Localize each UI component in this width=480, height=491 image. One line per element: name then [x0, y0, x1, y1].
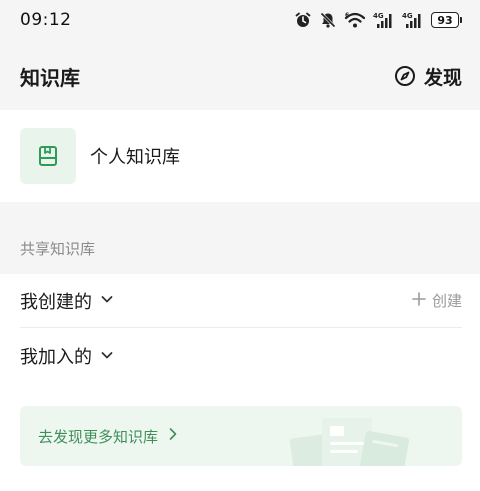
joined-row: 我加入的 — [20, 329, 462, 383]
created-by-me-toggle[interactable]: 我创建的 — [20, 288, 114, 314]
page-title: 知识库 — [20, 65, 80, 90]
signal-4g-icon: 4G — [373, 11, 395, 29]
battery-icon: 93 — [431, 12, 462, 28]
created-by-me-label: 我创建的 — [20, 291, 92, 313]
shared-section-title: 共享知识库 — [20, 240, 96, 258]
created-by-me-row: 我创建的 创建 — [20, 274, 462, 328]
battery-level: 93 — [431, 12, 459, 28]
chevron-down-icon — [100, 290, 114, 311]
status-bar: 09:12 6 4G 4G 93 — [0, 0, 480, 40]
compass-icon — [394, 65, 416, 87]
discover-button[interactable]: 发现 — [394, 63, 462, 90]
shared-knowledge-list: 我创建的 创建 我加入的 去发现更多知识库 — [0, 274, 480, 491]
plus-icon — [412, 291, 426, 310]
chevron-right-icon — [168, 427, 178, 445]
status-time: 09:12 — [20, 10, 72, 30]
documents-illustration — [282, 410, 432, 466]
signal-4g-icon: 4G — [402, 11, 424, 29]
alarm-icon — [294, 11, 312, 29]
joined-toggle[interactable]: 我加入的 — [20, 343, 114, 369]
svg-text:4G: 4G — [373, 12, 384, 20]
chevron-down-icon — [100, 346, 114, 367]
mute-icon — [319, 11, 337, 29]
svg-text:4G: 4G — [402, 12, 413, 20]
create-button[interactable]: 创建 — [412, 290, 462, 311]
joined-label: 我加入的 — [20, 347, 92, 368]
svg-text:6: 6 — [345, 12, 349, 19]
status-icons: 6 4G 4G 93 — [294, 11, 462, 29]
header: 知识库 发现 — [0, 48, 480, 104]
discover-more-banner[interactable]: 去发现更多知识库 — [20, 406, 462, 466]
personal-knowledge-base[interactable]: 个人知识库 — [0, 110, 480, 202]
personal-knowledge-base-label: 个人知识库 — [90, 147, 180, 168]
discover-more-link[interactable]: 去发现更多知识库 — [38, 426, 178, 447]
discover-more-label: 去发现更多知识库 — [38, 427, 159, 446]
wifi-icon: 6 — [344, 11, 366, 29]
discover-label: 发现 — [423, 66, 462, 89]
create-label: 创建 — [431, 292, 462, 310]
knowledge-book-icon — [20, 128, 76, 184]
